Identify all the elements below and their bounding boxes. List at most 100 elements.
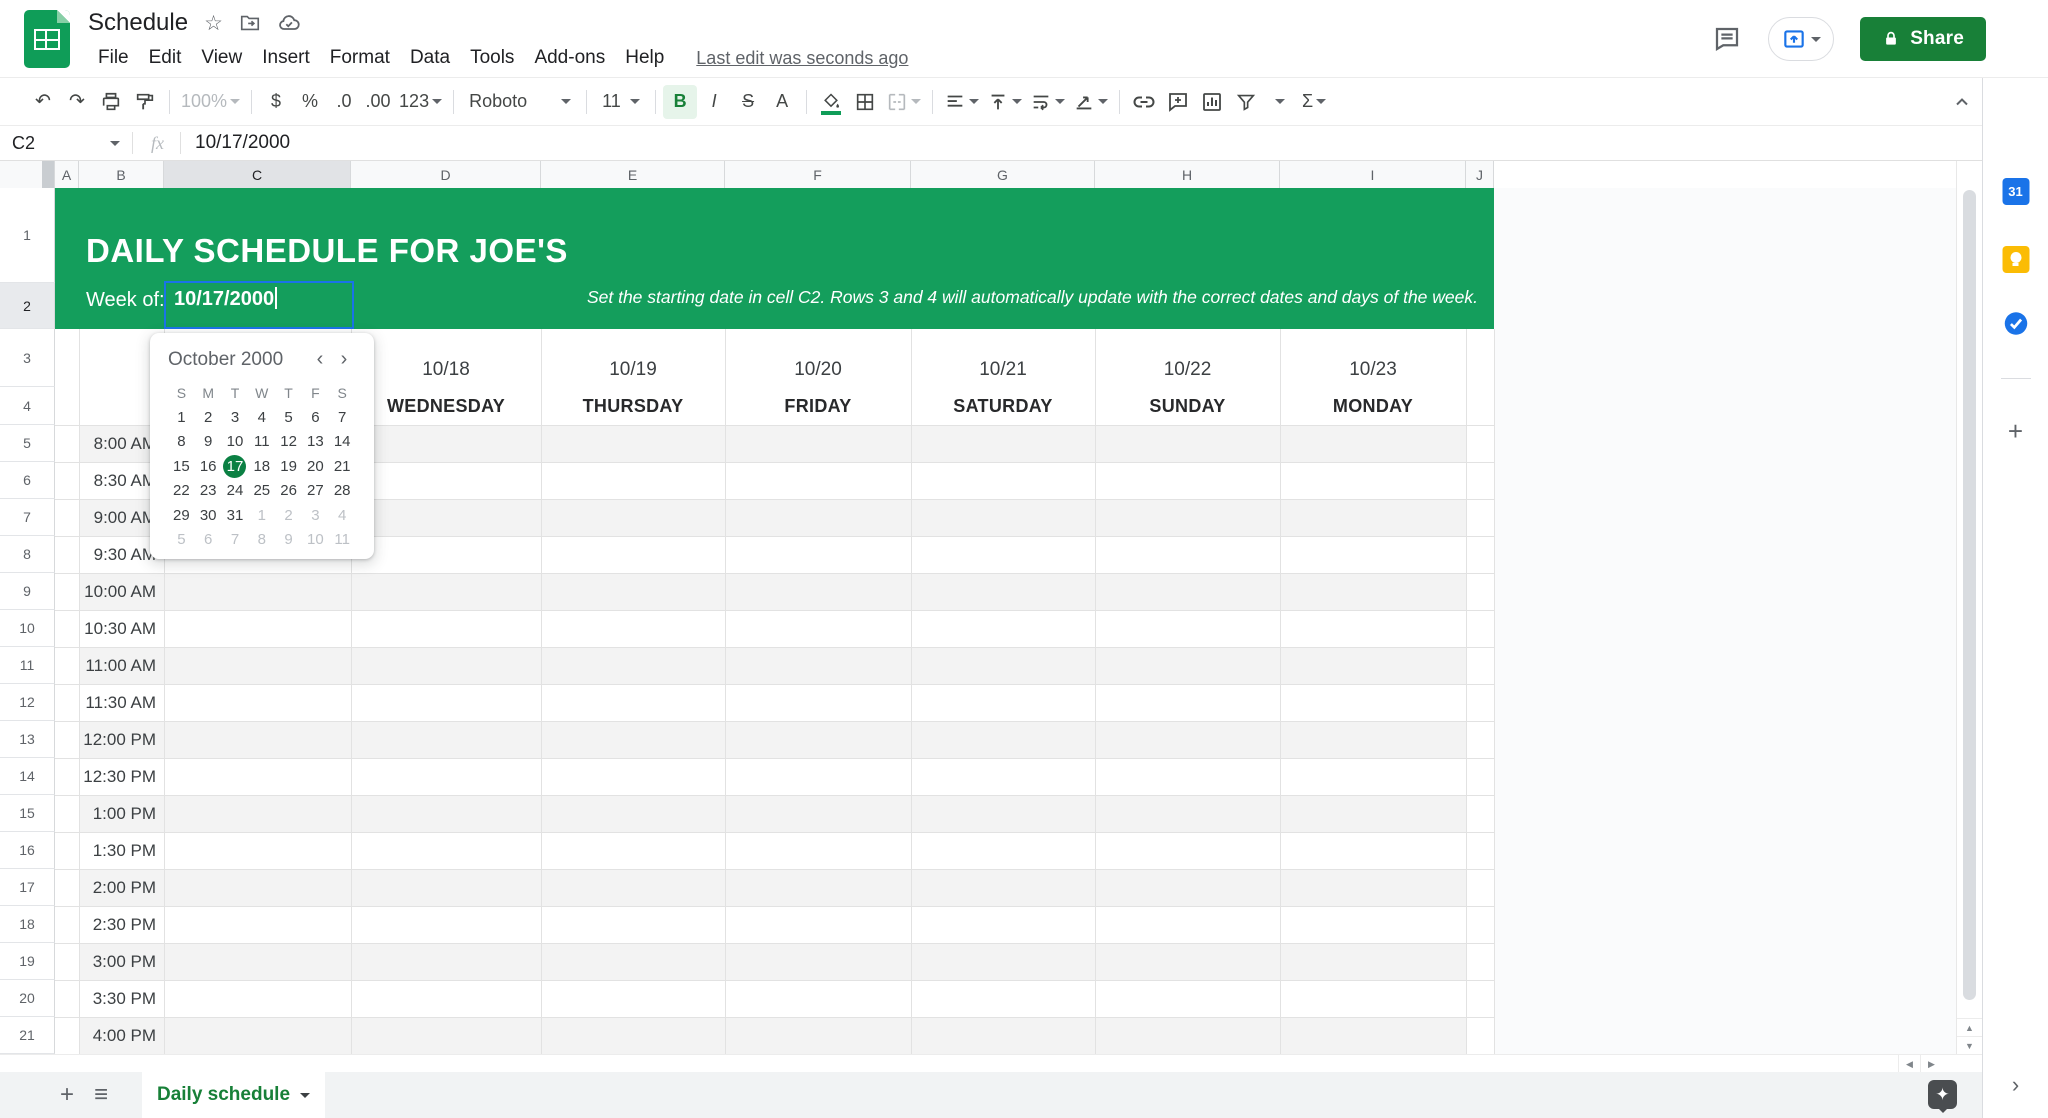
sheet-tab-menu-caret[interactable] xyxy=(300,1093,310,1103)
time-cell[interactable]: 3:30 PM xyxy=(79,980,164,1017)
present-dropdown-caret[interactable] xyxy=(1811,37,1821,47)
text-wrap-caret[interactable] xyxy=(1055,99,1065,109)
tasks-icon[interactable] xyxy=(2002,310,2029,337)
row-header-6[interactable]: 6 xyxy=(0,462,55,499)
name-box-caret[interactable] xyxy=(110,141,120,151)
picker-day[interactable]: 8 xyxy=(168,430,195,455)
menu-format[interactable]: Format xyxy=(320,43,400,73)
collapse-toolbar-icon[interactable] xyxy=(1950,90,1974,114)
time-cell[interactable]: 11:30 AM xyxy=(79,684,164,721)
row-header-2[interactable]: 2 xyxy=(0,283,55,329)
time-cell[interactable]: 10:30 AM xyxy=(79,610,164,647)
date-cell[interactable]: 10/22 xyxy=(1095,329,1280,387)
sheet-title[interactable]: DAILY SCHEDULE FOR JOE'S xyxy=(86,232,568,270)
picker-day[interactable]: 10 xyxy=(222,430,249,455)
row-header-8[interactable]: 8 xyxy=(0,536,55,573)
picker-day[interactable]: 4 xyxy=(248,405,275,430)
picker-day[interactable]: 9 xyxy=(275,528,302,553)
text-color-button[interactable]: A xyxy=(765,85,799,119)
time-cell[interactable]: 3:00 PM xyxy=(79,943,164,980)
format-currency-button[interactable]: $ xyxy=(259,85,293,119)
explore-button[interactable]: ✦ xyxy=(1928,1080,1957,1109)
present-button[interactable] xyxy=(1768,17,1834,61)
picker-day[interactable]: 1 xyxy=(168,405,195,430)
row-header-7[interactable]: 7 xyxy=(0,499,55,536)
picker-day[interactable]: 27 xyxy=(302,479,329,504)
font-family-select[interactable]: Roboto xyxy=(461,85,579,119)
row-header-4[interactable]: 4 xyxy=(0,387,55,425)
text-rotate-button[interactable] xyxy=(1069,85,1112,119)
row-header-13[interactable]: 13 xyxy=(0,721,55,758)
menu-addons[interactable]: Add-ons xyxy=(524,43,615,73)
menu-data[interactable]: Data xyxy=(400,43,460,73)
text-rotate-caret[interactable] xyxy=(1098,99,1108,109)
scroll-down-button[interactable]: ▼ xyxy=(1957,1036,1982,1054)
filter-views-caret[interactable] xyxy=(1263,85,1297,119)
column-header-H[interactable]: H xyxy=(1095,161,1280,188)
time-cell[interactable]: 4:00 PM xyxy=(79,1017,164,1054)
horizontal-align-button[interactable] xyxy=(940,85,983,119)
calendar-icon[interactable]: 31 xyxy=(2002,178,2029,205)
row-header-20[interactable]: 20 xyxy=(0,980,55,1017)
day-name-cell[interactable]: SATURDAY xyxy=(911,387,1095,425)
get-add-ons-button[interactable]: + xyxy=(2008,416,2023,447)
horizontal-align-caret[interactable] xyxy=(969,99,979,109)
row-header-17[interactable]: 17 xyxy=(0,869,55,906)
row-header-18[interactable]: 18 xyxy=(0,906,55,943)
insert-link-button[interactable] xyxy=(1127,85,1161,119)
picker-day[interactable]: 14 xyxy=(329,430,356,455)
vertical-scrollbar[interactable]: ▲ ▼ xyxy=(1956,161,1982,1054)
row-header-19[interactable]: 19 xyxy=(0,943,55,980)
all-sheets-button[interactable]: ≡ xyxy=(84,1078,118,1112)
move-folder-icon[interactable] xyxy=(239,12,261,34)
strikethrough-button[interactable]: S xyxy=(731,85,765,119)
row-header-16[interactable]: 16 xyxy=(0,832,55,869)
date-cell[interactable]: 10/18 xyxy=(351,329,541,387)
column-header-I[interactable]: I xyxy=(1280,161,1466,188)
time-cell[interactable]: 11:00 AM xyxy=(79,647,164,684)
number-format-button[interactable]: 123 xyxy=(395,85,446,119)
formula-input[interactable]: 10/17/2000 xyxy=(195,132,290,154)
row-header-10[interactable]: 10 xyxy=(0,610,55,647)
picker-day[interactable]: 6 xyxy=(302,405,329,430)
row-header-5[interactable]: 5 xyxy=(0,425,55,462)
time-cell[interactable]: 2:30 PM xyxy=(79,906,164,943)
time-cell[interactable]: 1:00 PM xyxy=(79,795,164,832)
picker-day[interactable]: 21 xyxy=(329,454,356,479)
day-name-cell[interactable]: MONDAY xyxy=(1280,387,1466,425)
increase-decimal-button[interactable]: .00 xyxy=(361,85,395,119)
picker-day[interactable]: 20 xyxy=(302,454,329,479)
scroll-right-button[interactable]: ▶ xyxy=(1920,1055,1942,1072)
insert-comment-button[interactable] xyxy=(1161,85,1195,119)
picker-day[interactable]: 25 xyxy=(248,479,275,504)
scroll-up-button[interactable]: ▲ xyxy=(1957,1018,1982,1036)
redo-button[interactable]: ↷ xyxy=(60,85,94,119)
menu-insert[interactable]: Insert xyxy=(252,43,320,73)
picker-day[interactable]: 2 xyxy=(195,405,222,430)
row-header-12[interactable]: 12 xyxy=(0,684,55,721)
row-header-9[interactable]: 9 xyxy=(0,573,55,610)
row-header-1[interactable]: 1 xyxy=(0,188,55,283)
borders-button[interactable] xyxy=(848,85,882,119)
picker-day[interactable]: 7 xyxy=(329,405,356,430)
filter-button[interactable] xyxy=(1229,85,1263,119)
vertical-align-caret[interactable] xyxy=(1012,99,1022,109)
print-button[interactable] xyxy=(94,85,128,119)
last-edit-link[interactable]: Last edit was seconds ago xyxy=(696,48,908,69)
picker-day[interactable]: 2 xyxy=(275,503,302,528)
picker-day[interactable]: 11 xyxy=(329,528,356,553)
prev-month-icon[interactable]: ‹ xyxy=(308,348,332,371)
time-cell[interactable]: 1:30 PM xyxy=(79,832,164,869)
picker-day[interactable]: 10 xyxy=(302,528,329,553)
add-sheet-button[interactable]: + xyxy=(50,1078,84,1112)
date-cell[interactable]: 10/20 xyxy=(725,329,911,387)
format-percent-button[interactable]: % xyxy=(293,85,327,119)
keep-icon[interactable] xyxy=(2002,246,2029,273)
time-cell[interactable]: 2:00 PM xyxy=(79,869,164,906)
picker-day[interactable]: 3 xyxy=(302,503,329,528)
bold-button[interactable]: B xyxy=(663,85,697,119)
italic-button[interactable]: I xyxy=(697,85,731,119)
sheet-tab-daily-schedule[interactable]: Daily schedule xyxy=(142,1072,325,1118)
date-cell[interactable]: 10/23 xyxy=(1280,329,1466,387)
picker-day[interactable]: 16 xyxy=(195,454,222,479)
